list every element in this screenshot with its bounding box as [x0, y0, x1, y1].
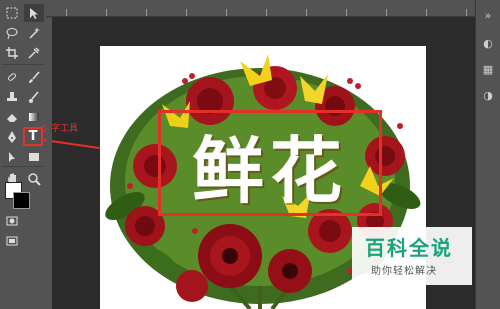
- swatches-panel-icon[interactable]: ▦: [481, 62, 495, 76]
- tools-panel: T ···: [0, 0, 47, 309]
- brush-icon[interactable]: [24, 68, 44, 86]
- clone-stamp-icon[interactable]: [2, 88, 22, 106]
- text-tool-label: T: [28, 129, 38, 144]
- text-icon[interactable]: T: [23, 127, 43, 146]
- horizontal-ruler: [46, 0, 476, 17]
- path-selection-icon[interactable]: [2, 148, 22, 166]
- gradient-icon[interactable]: [24, 108, 44, 126]
- crop-icon[interactable]: [2, 44, 22, 62]
- marquee-icon[interactable]: [2, 4, 22, 22]
- color-panel-icon[interactable]: ◐: [481, 36, 495, 50]
- screen-mode-icon[interactable]: [2, 232, 22, 250]
- tools-divider: [2, 166, 44, 167]
- right-panel-dock: » ◐ ▦ ◑: [475, 0, 500, 309]
- magic-wand-icon[interactable]: [24, 24, 44, 42]
- panel-collapse-icon[interactable]: »: [481, 8, 495, 22]
- eyedropper-icon[interactable]: [24, 44, 44, 62]
- rectangle-icon[interactable]: [24, 148, 44, 166]
- pen-icon[interactable]: [2, 128, 22, 146]
- eraser-icon[interactable]: [2, 108, 22, 126]
- watermark-subtitle: 助你轻松解决: [371, 266, 437, 277]
- zoom-icon[interactable]: [24, 170, 44, 188]
- tools-divider: [2, 64, 44, 65]
- watermark-title: 百科全说: [365, 236, 453, 260]
- text-highlight-frame: [158, 110, 382, 216]
- healing-brush-icon[interactable]: [2, 68, 22, 86]
- background-color-icon[interactable]: [13, 192, 30, 209]
- adjustments-panel-icon[interactable]: ◑: [481, 88, 495, 102]
- lasso-icon[interactable]: [2, 24, 22, 42]
- history-brush-icon[interactable]: [24, 88, 44, 106]
- quick-mask-icon[interactable]: [2, 212, 22, 230]
- vertical-ruler: [46, 17, 52, 309]
- move-icon[interactable]: [24, 4, 44, 22]
